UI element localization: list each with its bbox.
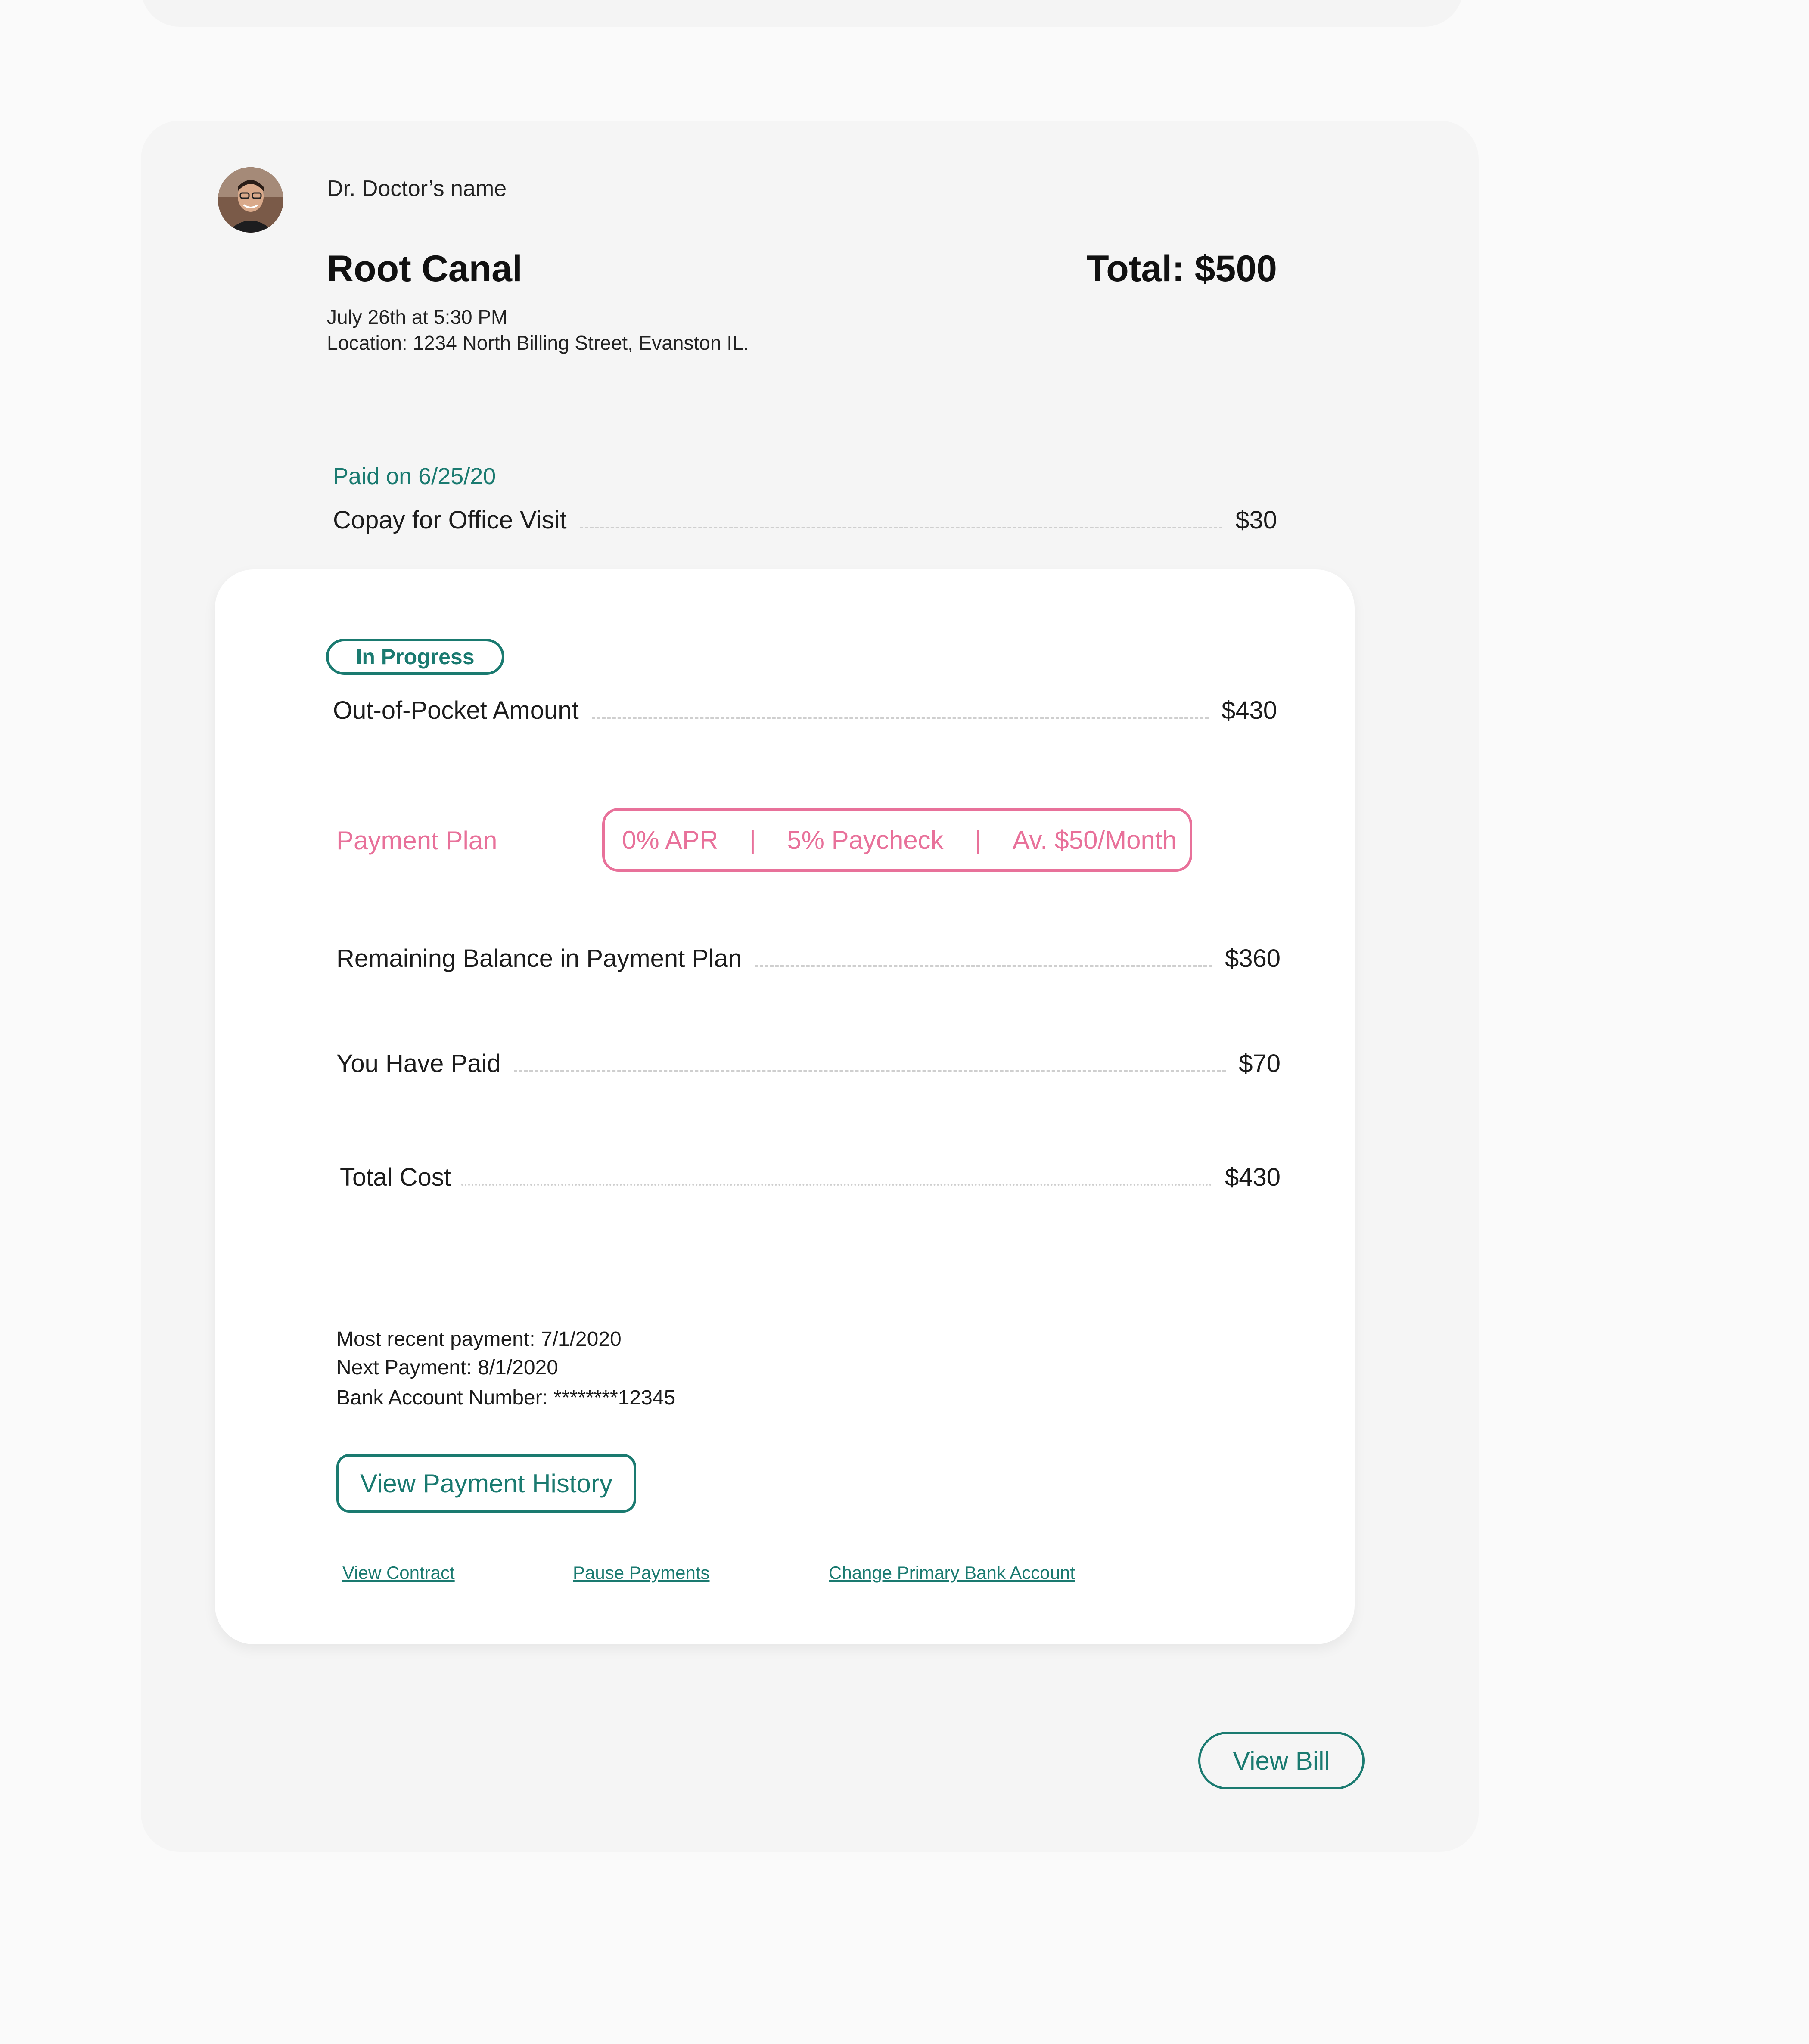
remaining-leader-line: [755, 965, 1212, 967]
previous-bill-card: [141, 0, 1463, 27]
plan-separator: |: [749, 825, 756, 854]
view-bill-button[interactable]: View Bill: [1198, 1732, 1365, 1789]
doctor-name: Dr. Doctor’s name: [327, 176, 507, 201]
doctor-avatar: [218, 167, 283, 233]
out-of-pocket-value: $430: [1221, 696, 1277, 724]
next-payment: Next Payment: 8/1/2020: [336, 1356, 558, 1379]
appointment-location: Location: 1234 North Billing Street, Eva…: [327, 332, 749, 354]
out-of-pocket-leader-line: [591, 717, 1209, 719]
copay-row: Copay for Office Visit $30: [333, 500, 1277, 539]
amount-paid-label: You Have Paid: [336, 1049, 501, 1078]
total-cost-leader-line: [461, 1184, 1212, 1186]
out-of-pocket-row: Out-of-Pocket Amount $430: [333, 691, 1277, 730]
status-badge: In Progress: [326, 639, 504, 675]
bank-account-number: Bank Account Number: ********12345: [336, 1386, 676, 1409]
view-payment-history-button[interactable]: View Payment History: [336, 1454, 636, 1513]
payment-plan-label: Payment Plan: [336, 826, 497, 855]
amount-paid-leader-line: [513, 1070, 1226, 1072]
most-recent-payment: Most recent payment: 7/1/2020: [336, 1328, 622, 1351]
copay-label: Copay for Office Visit: [333, 506, 567, 534]
total-cost-row: Total Cost $430: [340, 1158, 1281, 1196]
remaining-balance-value: $360: [1225, 944, 1281, 972]
plan-paycheck: 5% Paycheck: [787, 825, 944, 854]
view-contract-link[interactable]: View Contract: [342, 1562, 455, 1584]
copay-leader-line: [579, 527, 1223, 528]
plan-apr: 0% APR: [622, 825, 718, 854]
amount-paid-value: $70: [1239, 1049, 1281, 1078]
copay-value: $30: [1235, 506, 1277, 534]
total-cost-label: Total Cost: [340, 1163, 451, 1191]
total-cost-value: $430: [1225, 1163, 1281, 1191]
out-of-pocket-label: Out-of-Pocket Amount: [333, 696, 579, 724]
appointment-date: July 26th at 5:30 PM: [327, 306, 508, 328]
copay-paid-date: Paid on 6/25/20: [333, 463, 496, 489]
amount-paid-row: You Have Paid $70: [336, 1044, 1281, 1083]
remaining-balance-label: Remaining Balance in Payment Plan: [336, 944, 742, 972]
plan-separator: |: [974, 825, 982, 854]
pause-payments-link[interactable]: Pause Payments: [573, 1562, 710, 1584]
remaining-balance-row: Remaining Balance in Payment Plan $360: [336, 939, 1281, 978]
plan-monthly: Av. $50/Month: [1012, 825, 1177, 854]
bill-total: Total: $500: [1086, 248, 1277, 289]
payment-plan-terms: 0% APR | 5% Paycheck | Av. $50/Month: [602, 808, 1192, 872]
procedure-title: Root Canal: [327, 248, 522, 289]
change-bank-account-link[interactable]: Change Primary Bank Account: [829, 1562, 1075, 1584]
